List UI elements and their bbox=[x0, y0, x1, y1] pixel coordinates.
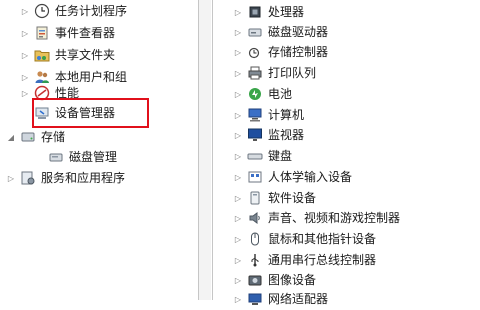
expand-arrow-icon[interactable]: ▷ bbox=[233, 151, 243, 161]
expand-arrow-icon[interactable]: ▷ bbox=[20, 88, 30, 98]
device-category-label: 电池 bbox=[268, 87, 293, 101]
expand-arrow-icon[interactable]: ▷ bbox=[233, 275, 243, 285]
device-category-label: 打印队列 bbox=[268, 66, 317, 80]
device-category-label: 声音、视频和游戏控制器 bbox=[268, 211, 401, 225]
device-category-label: 磁盘驱动器 bbox=[268, 25, 329, 39]
expand-arrow-icon[interactable]: ▷ bbox=[20, 72, 30, 82]
expand-arrow-icon[interactable]: ▷ bbox=[233, 89, 243, 99]
software-device-icon bbox=[247, 190, 263, 206]
device-category-battery[interactable]: ▷ 电池 bbox=[233, 83, 292, 105]
expand-arrow-icon[interactable]: ▷ bbox=[233, 213, 243, 223]
event-viewer-icon bbox=[34, 25, 50, 41]
tree-item-label: 共享文件夹 bbox=[55, 48, 116, 62]
expand-arrow-icon[interactable]: ▷ bbox=[233, 27, 243, 37]
expand-arrow-icon[interactable]: ▷ bbox=[233, 172, 243, 182]
expand-arrow-icon[interactable]: ▷ bbox=[20, 6, 30, 16]
device-category-processor[interactable]: ▷ 处理器 bbox=[233, 1, 304, 23]
device-category-network-adapter[interactable]: ▷ 网络适配器 bbox=[233, 288, 328, 310]
computer-icon bbox=[247, 107, 263, 123]
device-category-monitor[interactable]: ▷ 监视器 bbox=[233, 124, 304, 146]
device-tree-pane: ▷ 处理器 ▷ 磁盘驱动器 ▷ 存储控制器 ▷ 打印队列 ▷ 电池 ▷ 计算机 … bbox=[212, 0, 480, 306]
collapse-arrow-icon[interactable]: ◢ bbox=[6, 132, 16, 142]
tree-item-storage[interactable]: ◢ 存储 bbox=[6, 126, 65, 148]
navigation-pane: ▷ 任务计划程序 ▷ 事件查看器 ▷ 共享文件夹 ▷ 本地用户和组 ▷ 性能 设… bbox=[0, 0, 199, 300]
sound-icon bbox=[247, 210, 263, 226]
device-category-keyboard[interactable]: ▷ 键盘 bbox=[233, 145, 292, 167]
device-category-label: 人体学输入设备 bbox=[268, 170, 353, 184]
tree-item-label: 任务计划程序 bbox=[55, 4, 128, 18]
device-category-label: 鼠标和其他指针设备 bbox=[268, 232, 377, 246]
printer-icon bbox=[247, 65, 263, 81]
expand-arrow-icon[interactable]: ▷ bbox=[233, 193, 243, 203]
device-category-label: 通用串行总线控制器 bbox=[268, 253, 377, 267]
expand-arrow-icon[interactable]: ▷ bbox=[233, 130, 243, 140]
imaging-icon bbox=[247, 272, 263, 288]
device-category-storage-controller[interactable]: ▷ 存储控制器 bbox=[233, 41, 328, 63]
device-category-label: 网络适配器 bbox=[268, 292, 329, 306]
device-category-label: 软件设备 bbox=[268, 191, 317, 205]
tree-item-task-scheduler[interactable]: ▷ 任务计划程序 bbox=[20, 0, 127, 22]
device-category-label: 键盘 bbox=[268, 149, 293, 163]
device-category-label: 处理器 bbox=[268, 5, 305, 19]
expand-arrow-icon[interactable]: ▷ bbox=[233, 7, 243, 17]
tree-item-label: 事件查看器 bbox=[55, 26, 116, 40]
expand-arrow-icon[interactable]: ▷ bbox=[233, 110, 243, 120]
device-category-software-device[interactable]: ▷ 软件设备 bbox=[233, 187, 316, 209]
tree-item-event-viewer[interactable]: ▷ 事件查看器 bbox=[20, 22, 115, 44]
tree-item-shared-folders[interactable]: ▷ 共享文件夹 bbox=[20, 44, 115, 66]
hid-icon bbox=[247, 169, 263, 185]
device-category-label: 存储控制器 bbox=[268, 45, 329, 59]
device-category-computer[interactable]: ▷ 计算机 bbox=[233, 104, 304, 126]
keyboard-icon bbox=[247, 148, 263, 164]
tree-item-label: 存储 bbox=[41, 130, 66, 144]
network-adapter-icon bbox=[247, 291, 263, 307]
expand-arrow-icon[interactable]: ▷ bbox=[233, 294, 243, 304]
storage-icon bbox=[20, 129, 36, 145]
expand-arrow-icon[interactable]: ▷ bbox=[20, 50, 30, 60]
expand-arrow-icon[interactable]: ▷ bbox=[233, 255, 243, 265]
tree-item-label: 磁盘管理 bbox=[69, 150, 118, 164]
expand-arrow-icon[interactable]: ▷ bbox=[20, 28, 30, 38]
disk-management-icon bbox=[48, 149, 64, 165]
services-icon bbox=[20, 170, 36, 186]
device-category-print-queue[interactable]: ▷ 打印队列 bbox=[233, 62, 316, 84]
clock-icon bbox=[34, 3, 50, 19]
device-category-usb[interactable]: ▷ 通用串行总线控制器 bbox=[233, 249, 376, 271]
pane-splitter[interactable] bbox=[199, 0, 211, 300]
device-category-sound-video-game[interactable]: ▷ 声音、视频和游戏控制器 bbox=[233, 207, 400, 229]
device-category-disk-drive[interactable]: ▷ 磁盘驱动器 bbox=[233, 21, 328, 43]
expand-arrow-icon[interactable]: ▷ bbox=[6, 173, 16, 183]
device-category-label: 计算机 bbox=[268, 108, 305, 122]
highlight-box bbox=[32, 98, 149, 128]
processor-icon bbox=[247, 4, 263, 20]
device-category-label: 监视器 bbox=[268, 128, 305, 142]
mouse-icon bbox=[247, 231, 263, 247]
usb-icon bbox=[247, 252, 263, 268]
expand-arrow-icon[interactable]: ▷ bbox=[233, 47, 243, 57]
tree-item-services-apps[interactable]: ▷ 服务和应用程序 bbox=[6, 167, 125, 189]
tree-item-disk-management[interactable]: 磁盘管理 bbox=[34, 146, 117, 168]
shared-folder-icon bbox=[34, 47, 50, 63]
device-category-label: 图像设备 bbox=[268, 273, 317, 287]
device-category-mouse[interactable]: ▷ 鼠标和其他指针设备 bbox=[233, 228, 376, 250]
device-category-hid[interactable]: ▷ 人体学输入设备 bbox=[233, 166, 352, 188]
tree-item-label: 服务和应用程序 bbox=[41, 171, 126, 185]
expand-arrow-icon[interactable]: ▷ bbox=[233, 68, 243, 78]
expand-arrow-icon[interactable]: ▷ bbox=[233, 234, 243, 244]
monitor-icon bbox=[247, 127, 263, 143]
storage-controller-icon bbox=[247, 44, 263, 60]
disk-drive-icon bbox=[247, 24, 263, 40]
battery-icon bbox=[247, 86, 263, 102]
